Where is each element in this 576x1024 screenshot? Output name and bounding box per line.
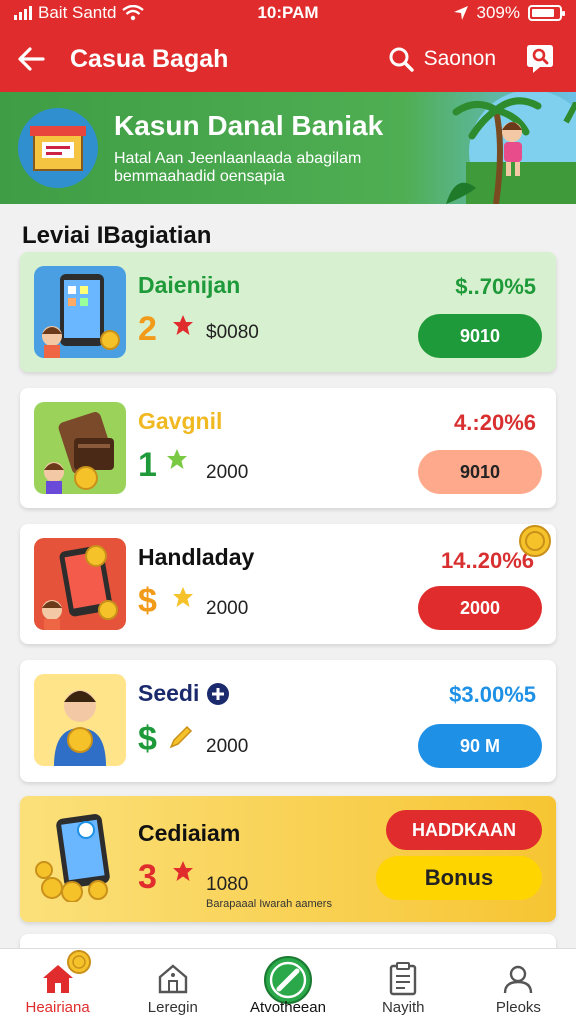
star-icon — [167, 449, 187, 469]
bonus-card[interactable]: Cediaiam 3 1080 Barapaaal Iwarah aamers … — [20, 796, 556, 922]
chat-button[interactable] — [520, 39, 560, 79]
status-bar: Bait Santd 10:PAM 309% — [0, 0, 576, 26]
card-amount: $0080 — [206, 322, 259, 343]
card-name: Cediaiam — [138, 820, 241, 846]
nav-item-explore[interactable]: Atvotheean — [230, 949, 345, 1024]
nav-label: Atvotheean — [250, 999, 326, 1016]
card-action-button[interactable]: 90 M — [418, 724, 542, 768]
pen-icon — [169, 725, 193, 749]
card-action-button[interactable]: 2000 — [418, 586, 542, 630]
star-icon — [173, 315, 193, 335]
card-rank: $ — [138, 582, 157, 620]
bonus-button[interactable]: Bonus — [376, 856, 542, 900]
signal-icon — [14, 6, 32, 20]
offer-card[interactable]: Handladay $ 2000 14..20%6 2000 — [20, 524, 556, 644]
app-bar: Casua Bagah Saonon — [0, 26, 576, 92]
chat-search-icon — [527, 45, 553, 73]
offer-card[interactable]: Seedi $ 2000 $3.00%5 90 M — [20, 660, 556, 782]
phone-icon — [42, 545, 118, 630]
nav-item-orders[interactable]: Nayith — [346, 949, 461, 1024]
star-icon — [173, 587, 193, 607]
card-amount: 2000 — [206, 736, 249, 757]
coin-badge-icon — [67, 950, 91, 974]
card-action-button[interactable]: 9010 — [418, 314, 542, 358]
nav-item-home[interactable]: Heairiana — [0, 949, 115, 1024]
card-rate: $3.00%5 — [449, 682, 536, 707]
card-amount: 1080 — [206, 874, 249, 895]
compass-icon — [264, 956, 312, 1004]
bottom-navigation: Heairiana Leregin Atvotheean Nayith Pleo… — [0, 948, 576, 1024]
nav-label: Leregin — [147, 999, 198, 1016]
card-rate: $..70%5 — [455, 274, 536, 299]
section-title: Leviai IBagiatian — [22, 222, 212, 249]
card-note: Barapaaal Iwarah aamers — [206, 898, 332, 910]
person-coin-icon — [54, 690, 106, 766]
page-title: Casua Bagah — [70, 44, 229, 73]
promo-tag[interactable]: HADDKAAN — [386, 810, 542, 850]
wallet-icon — [44, 412, 115, 494]
phone-coins-icon — [35, 814, 110, 902]
card-name: Handladay — [138, 544, 255, 570]
card-name: Gavgnil — [138, 408, 223, 434]
profile-icon — [504, 965, 533, 994]
card-thumbnail — [34, 674, 126, 766]
battery-icon — [528, 5, 565, 21]
search-icon — [389, 47, 414, 72]
offer-card[interactable]: Daienijan 2 $0080 $..70%5 9010 — [20, 252, 556, 372]
back-button[interactable] — [16, 39, 56, 79]
house-outline-icon — [158, 964, 187, 994]
card-rank: $ — [138, 720, 157, 758]
coin-icon — [519, 525, 551, 557]
clipboard-icon — [390, 962, 417, 996]
card-amount: 2000 — [206, 598, 249, 619]
nav-label: Pleoks — [495, 999, 541, 1016]
carrier-name: Bait Santd — [38, 3, 117, 22]
banner-subtitle: Hatal Aan Jeenlaanlaada abagilam bemmaah… — [114, 150, 362, 185]
store-icon — [18, 108, 98, 188]
battery-percent: 309% — [476, 3, 520, 22]
card-thumbnail — [34, 810, 126, 902]
card-rank: 2 — [138, 310, 157, 348]
wifi-icon — [122, 5, 145, 21]
card-rank: 3 — [138, 858, 157, 896]
card-name: Seedi — [138, 680, 199, 707]
card-rank: 1 — [138, 446, 157, 484]
phone-icon — [42, 274, 120, 358]
card-name-text: Seedi — [138, 680, 200, 706]
banner-title: Kasun Danal Baniak — [114, 110, 384, 141]
back-arrow-icon — [18, 47, 45, 71]
location-icon — [453, 6, 468, 20]
star-icon — [173, 861, 193, 881]
battery-level — [532, 9, 555, 17]
nav-item-store[interactable]: Leregin — [115, 949, 230, 1024]
card-rate: 4.:20%6 — [454, 410, 536, 435]
promo-banner[interactable]: Kasun Danal Baniak Hatal Aan Jeenlaanlaa… — [0, 92, 576, 204]
card-thumbnail — [34, 538, 126, 630]
nav-item-profile[interactable]: Pleoks — [461, 949, 576, 1024]
card-thumbnail — [34, 402, 126, 494]
card-name: Daienijan — [138, 272, 241, 298]
plus-badge-icon — [207, 683, 229, 705]
card-amount: 2000 — [206, 462, 249, 483]
beach-scene-illustration — [446, 92, 576, 204]
offer-card[interactable]: Gavgnil 1 2000 4.:20%6 9010 — [20, 388, 556, 508]
card-thumbnail — [34, 266, 126, 358]
nav-label: Nayith — [381, 999, 425, 1016]
search-button[interactable]: Saonon — [388, 46, 496, 72]
search-label: Saonon — [423, 47, 496, 70]
card-action-button[interactable]: 9010 — [418, 450, 542, 494]
nav-label: Heairiana — [25, 999, 90, 1016]
